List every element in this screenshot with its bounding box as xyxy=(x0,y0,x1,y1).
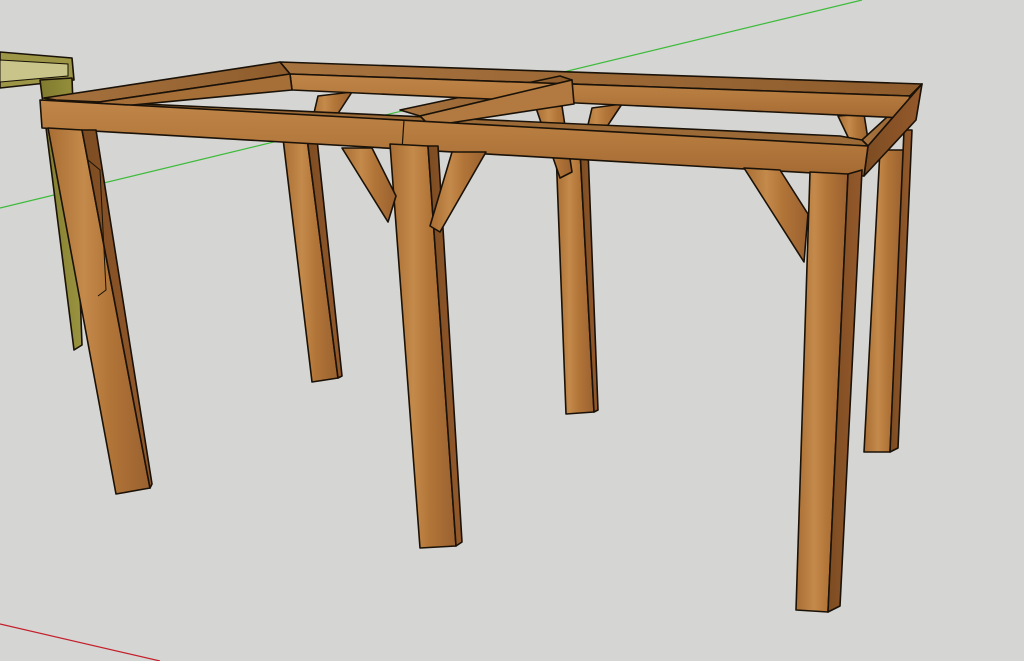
modeling-viewport[interactable] xyxy=(0,0,1024,661)
red-axis xyxy=(0,623,161,661)
back-leg-left[interactable] xyxy=(281,129,343,383)
back-leg-middle[interactable] xyxy=(555,149,599,415)
scene-canvas[interactable] xyxy=(0,0,1024,661)
back-leg-right[interactable] xyxy=(863,129,913,453)
front-leg-left[interactable] xyxy=(47,127,153,495)
